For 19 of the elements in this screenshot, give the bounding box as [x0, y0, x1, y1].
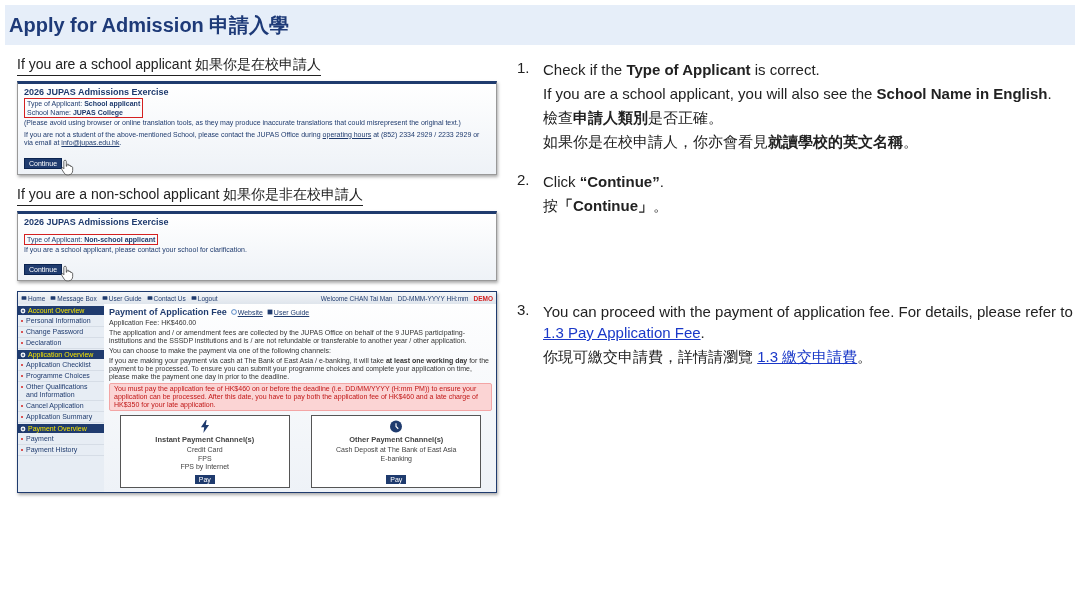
step-number: 2.	[517, 171, 531, 190]
guide-link[interactable]: 1.3 繳交申請費	[757, 348, 858, 365]
section-heading: If you are a school applicant 如果你是在校申請人	[17, 56, 322, 76]
step-number: 1.	[517, 59, 531, 78]
exercise-title: 2026 JUPAS Admissions Exercise	[24, 216, 170, 227]
instruction-text: 你現可繳交申請費，詳情請瀏覽 1.3 繳交申請費。	[543, 347, 874, 367]
instruction-text: 如果你是在校申請人，你亦會看見就讀學校的英文名稱。	[543, 132, 919, 152]
guide-link[interactable]: 1.3 Pay Application Fee	[543, 324, 701, 341]
page-title: Apply for Admission 申請入學	[9, 12, 290, 38]
step-number: 3.	[517, 301, 531, 320]
instruction-text: If you are a school applicant, you will also see the School Name in English.	[543, 84, 1052, 104]
instruction-text: Check if the Type of Applicant is correct.	[543, 60, 821, 80]
section-heading: If you are a non-school applicant 如果你是非在校申請人	[17, 185, 364, 206]
instruction-text: 檢查申請人類別是否正確。	[543, 108, 724, 128]
page-heading: Payment of Application Fee	[109, 307, 227, 317]
instruction-text: You can proceed with the payment of application fee. For details, please refer to 1.3 Pay Application Fee.	[543, 302, 1074, 343]
instruction-text: Click “Continue”.	[543, 172, 665, 192]
exercise-title: 2026 JUPAS Admissions Exercise	[24, 87, 170, 97]
instruction-text: 按「Continue」。	[543, 196, 668, 216]
